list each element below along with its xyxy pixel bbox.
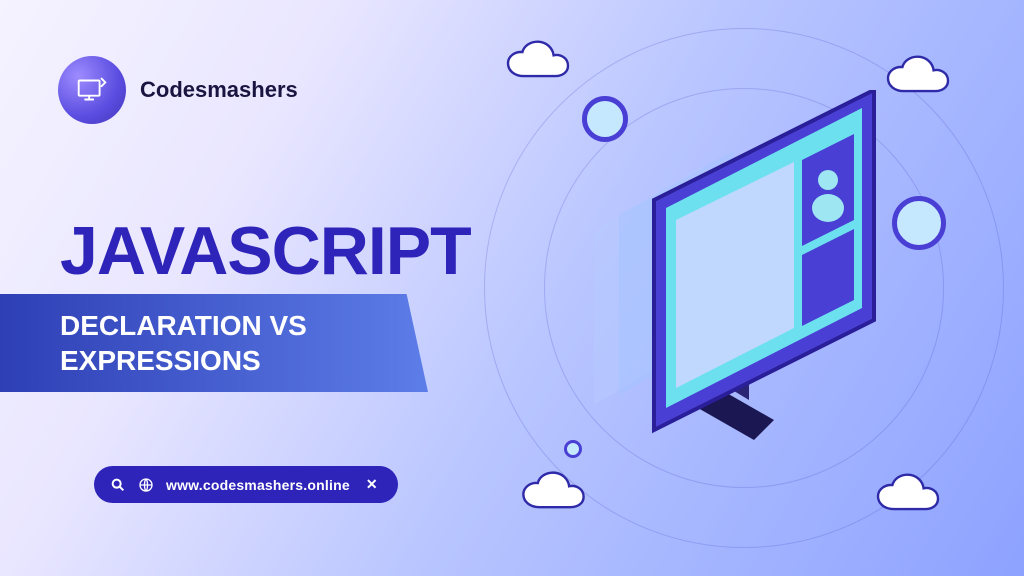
cloud-icon [874, 473, 954, 518]
monitor-illustration [584, 90, 914, 470]
brand-name: Codesmashers [140, 77, 298, 103]
node-dot-icon [892, 196, 946, 250]
cloud-icon [512, 471, 607, 516]
illustration-area [464, 0, 1024, 576]
brand-row: Codesmashers [58, 56, 298, 124]
url-text: www.codesmashers.online [166, 477, 350, 493]
close-icon[interactable]: ✕ [362, 476, 382, 493]
search-icon [110, 477, 126, 493]
globe-icon [138, 477, 154, 493]
headline-text: JAVASCRIPT [60, 212, 471, 290]
cloud-icon [504, 40, 584, 85]
node-dot-icon [582, 96, 628, 142]
subtitle-bar: DECLARATION VS EXPRESSIONS [0, 294, 428, 392]
logo-icon [58, 56, 126, 124]
node-dot-icon [564, 440, 582, 458]
url-pill[interactable]: www.codesmashers.online ✕ [94, 466, 398, 503]
